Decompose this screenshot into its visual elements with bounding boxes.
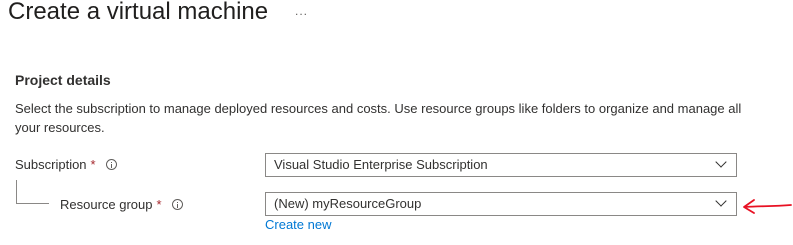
page-title: Create a virtual machine (8, 0, 269, 25)
resource-group-label: Resource group * (60, 197, 183, 212)
chevron-down-icon (715, 195, 727, 207)
create-new-link[interactable]: Create new (265, 217, 331, 232)
more-icon[interactable]: ... (295, 4, 308, 18)
info-icon[interactable] (105, 159, 117, 170)
resource-group-dropdown[interactable]: (New) myResourceGroup (265, 192, 737, 216)
info-icon[interactable] (171, 199, 183, 210)
subscription-dropdown-value: Visual Studio Enterprise Subscription (274, 157, 488, 172)
red-arrow-icon (743, 199, 792, 214)
tree-connector (16, 180, 49, 204)
resource-group-required-mark: * (156, 197, 162, 212)
resource-group-dropdown-value: (New) myResourceGroup (274, 196, 422, 211)
section-description: Select the subscription to manage deploy… (15, 101, 742, 135)
subscription-label-text: Subscription (15, 157, 87, 172)
resource-group-label-text: Resource group (60, 197, 153, 212)
subscription-dropdown[interactable]: Visual Studio Enterprise Subscription (265, 153, 737, 177)
subscription-label: Subscription * (15, 157, 117, 172)
chevron-down-icon (715, 156, 727, 168)
section-title: Project details (15, 72, 111, 88)
subscription-required-mark: * (90, 157, 96, 172)
